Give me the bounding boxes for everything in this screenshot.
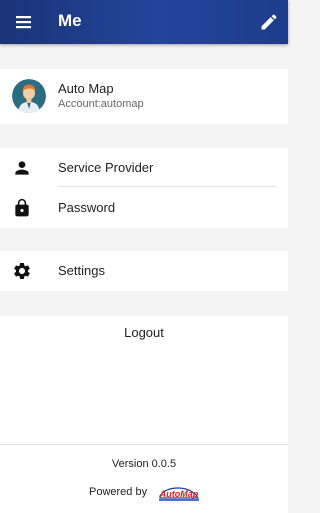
person-icon: [15, 161, 29, 175]
page-title: Me: [58, 11, 82, 30]
lock-icon: [15, 198, 29, 217]
powered-by-text: Powered by: [89, 486, 148, 498]
profile-account: Account:automap: [58, 98, 144, 110]
divider: [58, 186, 276, 187]
settings-group: Settings: [0, 251, 288, 291]
password-label: Password: [58, 200, 116, 215]
account-settings-group: Service Provider Password: [0, 148, 288, 228]
footer: Version 0.0.5 Powered by AutoMap: [0, 444, 288, 513]
logout-button[interactable]: Logout: [0, 316, 288, 350]
service-provider-label: Service Provider: [58, 160, 154, 175]
avatar: [12, 79, 46, 113]
app-bar: Me: [0, 0, 288, 44]
edit-button[interactable]: [259, 12, 279, 32]
settings-label: Settings: [58, 263, 105, 278]
service-provider-item[interactable]: Service Provider: [0, 148, 288, 188]
automap-logo: AutoMap: [159, 487, 200, 501]
pencil-icon: [261, 14, 277, 30]
hamburger-menu-icon: [16, 16, 31, 29]
profile-name: Auto Map: [58, 81, 114, 96]
password-item[interactable]: Password: [0, 188, 288, 228]
gear-icon: [14, 263, 30, 279]
menu-button[interactable]: [14, 12, 36, 32]
version-text: Version 0.0.5: [111, 458, 177, 470]
settings-item[interactable]: Settings: [0, 251, 288, 291]
svg-text:AutoMap: AutoMap: [159, 489, 199, 499]
profile-card[interactable]: Auto Map Account:automap: [0, 69, 288, 124]
logout-section: Logout: [0, 316, 288, 444]
